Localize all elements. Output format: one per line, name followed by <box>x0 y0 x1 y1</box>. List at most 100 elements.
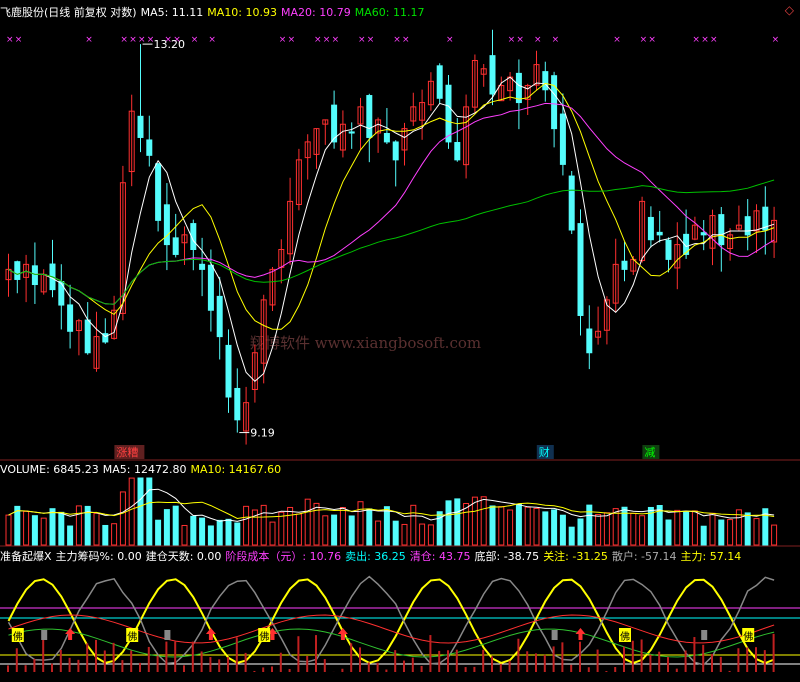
marker-x: × <box>393 35 401 45</box>
candle-body <box>647 216 654 241</box>
volume-bar <box>366 508 373 546</box>
indicator-bar <box>640 639 643 672</box>
indicator-bar <box>235 637 238 672</box>
indicator-bar <box>658 651 661 672</box>
volume-bar <box>137 477 144 546</box>
marker-x: × <box>208 35 216 45</box>
indicator-bar <box>341 668 344 672</box>
indicator-bar <box>684 650 687 672</box>
indicator-bar <box>367 662 370 672</box>
volume-bar <box>146 477 153 546</box>
volume-bar <box>207 525 214 546</box>
volume-bar <box>771 524 778 546</box>
volume-bar <box>102 524 109 546</box>
volume-bar <box>744 512 751 546</box>
volume-bar <box>128 477 135 546</box>
candle-body <box>199 263 206 270</box>
indicator-bar <box>631 640 634 672</box>
indicator-bar <box>473 666 476 672</box>
event-tag: 减 <box>644 446 655 459</box>
volume-bar <box>454 498 461 546</box>
indicator-bar <box>147 646 150 672</box>
volume-bar <box>331 514 338 546</box>
indicator-bar <box>376 662 379 672</box>
marker-x: × <box>534 35 542 45</box>
volume-bar <box>498 506 505 546</box>
candle-body <box>718 214 725 246</box>
indicator-bar <box>297 636 300 672</box>
marker-x: × <box>15 35 23 45</box>
indicator-bar <box>174 641 177 672</box>
indicator-bar <box>447 650 449 672</box>
indicator-bar <box>359 647 361 672</box>
indicator-bar <box>570 664 573 672</box>
indicator-bar <box>59 649 62 672</box>
volume-bar <box>269 521 276 546</box>
indicator-bar <box>702 644 705 672</box>
volume-bar <box>234 522 241 546</box>
indicator-bar <box>86 643 89 672</box>
volume-bar <box>49 508 56 546</box>
marker-x: × <box>446 35 454 45</box>
indicator-bar <box>429 635 432 672</box>
volume-bar <box>630 512 637 546</box>
indicator-bar <box>139 662 141 672</box>
indicator-bar <box>755 647 757 672</box>
indicator-bar <box>156 655 159 672</box>
volume-bar <box>14 505 21 546</box>
indicator-bar <box>227 657 229 672</box>
volume-bar <box>507 509 514 546</box>
volume-bar <box>111 523 118 546</box>
marker-x: × <box>648 35 656 45</box>
candle-body <box>551 75 558 130</box>
volume-bar <box>313 502 320 546</box>
indicator-bar <box>772 633 775 672</box>
kline-chart: 翔博软件 www.xiangbosoft.com× × × × × × × × × × × × × × × ×… <box>0 29 800 672</box>
volume-bar <box>375 520 382 546</box>
candle-body <box>656 231 663 236</box>
volume-bar <box>419 523 426 546</box>
indicator-bar <box>121 660 124 672</box>
volume-bar <box>515 503 522 546</box>
marker-x: × <box>85 35 93 45</box>
volume-bar <box>155 519 162 546</box>
indicator-bar <box>561 642 564 672</box>
marker-x: × <box>772 35 780 45</box>
candle-body <box>392 141 399 161</box>
indicator-bar <box>51 663 53 672</box>
gray-signal-box <box>41 630 48 640</box>
indicator-bar <box>271 666 273 672</box>
indicator-bar <box>711 654 713 672</box>
indicator-bar <box>7 665 9 672</box>
signal-label: 佛 <box>743 630 753 643</box>
volume-bar <box>348 515 355 546</box>
volume-bar <box>172 505 179 546</box>
indicator-bar <box>420 665 423 672</box>
marker-x: × <box>508 35 516 45</box>
marker-x: × <box>129 35 137 45</box>
indicator-bar <box>244 652 247 672</box>
candle-body <box>621 260 628 270</box>
volume-bar <box>119 491 126 546</box>
indicator-bar <box>77 659 80 672</box>
indicator-bar <box>130 650 133 672</box>
volume-bar <box>427 524 434 546</box>
signal-label: 佛 <box>259 630 269 643</box>
gray-signal-box <box>551 630 558 640</box>
volume-bar <box>480 496 487 546</box>
volume-bar <box>23 510 30 546</box>
indicator-bar <box>394 650 397 672</box>
volume-bar <box>75 505 82 546</box>
marker-row: × × × × × × × × × × × × × × × × × × × × × × × × × × × × × × × × <box>6 35 779 45</box>
indicator-bar <box>15 648 18 672</box>
indicator-bar <box>614 667 617 672</box>
event-tag: 涨糟 <box>116 445 138 459</box>
volume-bar <box>401 523 408 546</box>
indicator-bar <box>183 665 185 672</box>
indicator-bar <box>728 670 731 672</box>
indicator-bar <box>719 656 722 672</box>
indicator-bar <box>552 646 555 672</box>
marker-x: × <box>314 35 322 45</box>
volume-bar <box>542 511 549 546</box>
candle-body <box>445 84 452 143</box>
